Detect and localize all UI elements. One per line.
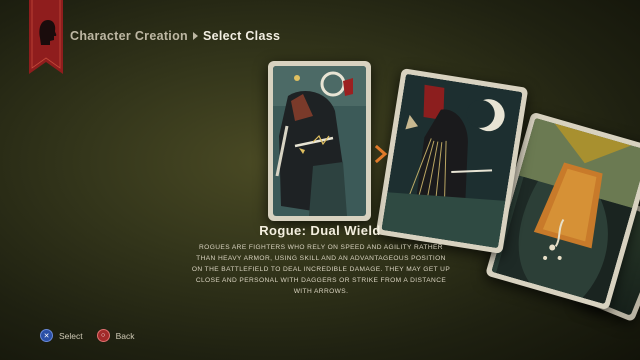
back-label[interactable]: Back	[116, 331, 135, 341]
breadcrumb: Character Creation Select Class	[70, 29, 280, 43]
card-art	[273, 66, 366, 216]
breadcrumb-arrow-icon	[192, 32, 198, 40]
select-label[interactable]: Select	[59, 331, 83, 341]
breadcrumb-parent: Character Creation	[70, 29, 188, 43]
class-description: Rogues are fighters who rely on speed an…	[191, 244, 451, 295]
class-card-rogue-dual-wield[interactable]	[268, 61, 371, 221]
chevron-right-icon[interactable]	[374, 145, 388, 163]
circle-button-icon[interactable]: ○	[96, 329, 110, 342]
breadcrumb-current: Select Class	[202, 29, 281, 43]
class-title: Rogue: Dual Wield	[259, 223, 381, 238]
cross-button-icon[interactable]: ✕	[40, 329, 53, 342]
menu-banner	[29, 0, 63, 74]
button-prompts: ✕ Select ○ Back	[40, 329, 135, 342]
